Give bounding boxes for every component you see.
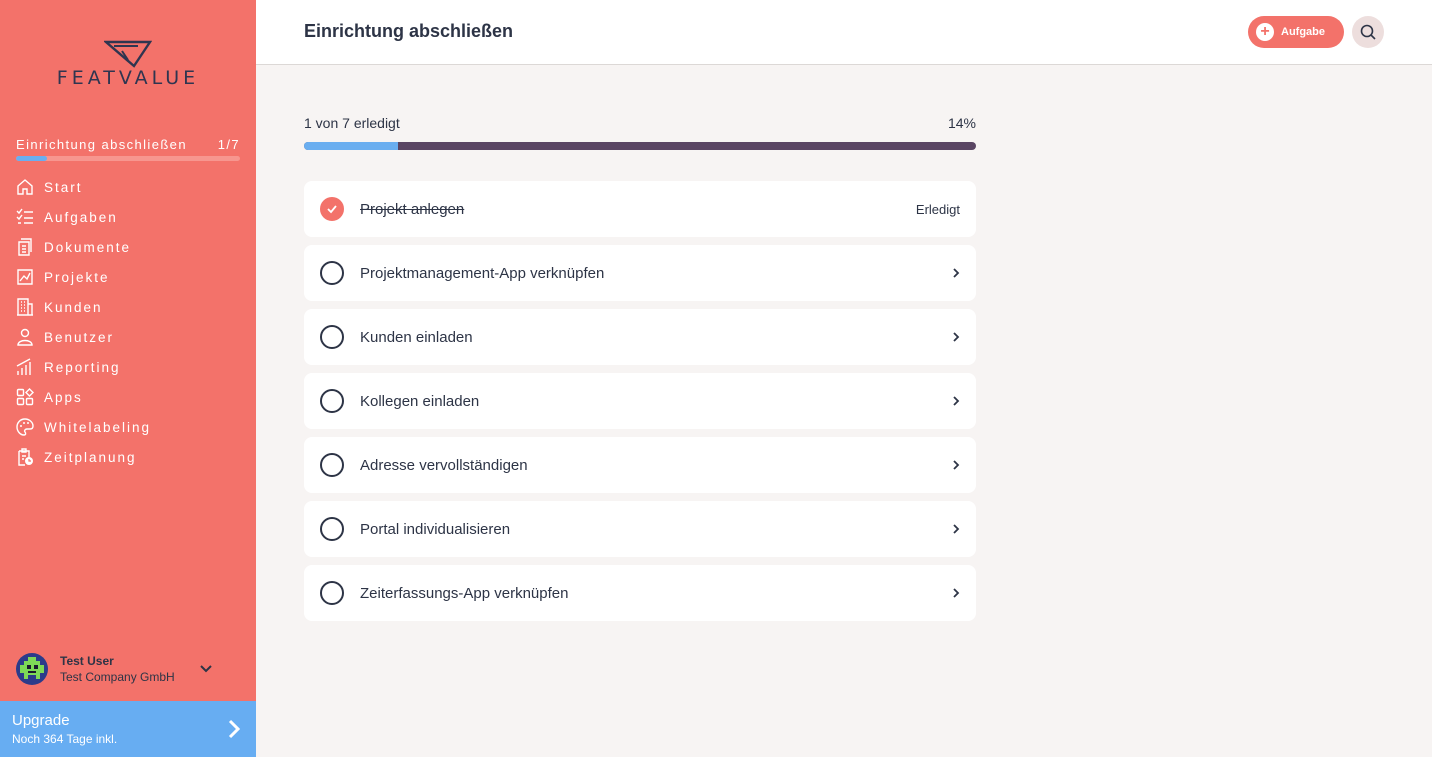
logo-mark-icon xyxy=(104,40,152,68)
page-title: Einrichtung abschließen xyxy=(304,21,514,41)
sidebar-item-label: Reporting xyxy=(44,359,121,375)
task-item-portal[interactable]: Portal individualisieren xyxy=(304,501,976,557)
sidebar-nav: Start Aufgaben Dokumente Projekte Kunden… xyxy=(16,172,151,472)
bar-chart-icon xyxy=(16,358,31,375)
sidebar-item-label: Aufgaben xyxy=(44,209,118,225)
sidebar-item-label: Dokumente xyxy=(44,239,132,255)
task-label: Projekt anlegen xyxy=(360,200,465,218)
sidebar-item-label: Projekte xyxy=(44,269,110,285)
unchecked-circle-icon xyxy=(320,517,344,541)
add-task-label: Aufgabe xyxy=(1281,26,1325,38)
sidebar-item-apps[interactable]: Apps xyxy=(16,382,151,412)
unchecked-circle-icon xyxy=(320,261,344,285)
progress-bar xyxy=(304,142,976,150)
sidebar-item-kunden[interactable]: Kunden xyxy=(16,292,151,322)
user-menu[interactable]: Test User Test Company GmbH xyxy=(16,650,240,688)
chevron-right-icon xyxy=(228,719,240,739)
sidebar-item-label: Kunden xyxy=(44,299,103,315)
unchecked-circle-icon xyxy=(320,389,344,413)
sidebar-item-label: Zeitplanung xyxy=(44,449,137,465)
search-button[interactable] xyxy=(1352,16,1384,48)
chevron-right-icon xyxy=(953,268,960,278)
task-label: Portal individualisieren xyxy=(360,520,511,538)
task-list: Projekt anlegen Erledigt Projektmanageme… xyxy=(304,181,976,629)
chevron-down-icon[interactable] xyxy=(200,665,212,673)
unchecked-circle-icon xyxy=(320,325,344,349)
task-item-kunden-einladen[interactable]: Kunden einladen xyxy=(304,309,976,365)
unchecked-circle-icon xyxy=(320,453,344,477)
user-company: Test Company GmbH xyxy=(60,670,175,684)
upgrade-banner[interactable]: Upgrade Noch 364 Tage inkl. xyxy=(0,701,256,757)
sidebar-item-label: Benutzer xyxy=(44,329,115,345)
apps-icon xyxy=(16,388,34,406)
sidebar-item-reporting[interactable]: Reporting xyxy=(16,352,151,382)
setup-label: Einrichtung abschließen xyxy=(16,137,187,152)
chevron-right-icon xyxy=(953,332,960,342)
overall-progress: 1 von 7 erledigt 14% xyxy=(304,115,976,150)
sidebar-item-label: Start xyxy=(44,179,83,195)
sidebar-item-projekte[interactable]: Projekte xyxy=(16,262,151,292)
task-item-zeiterfassung[interactable]: Zeiterfassungs-App verknüpfen xyxy=(304,565,976,621)
pixel-avatar-icon xyxy=(20,657,44,679)
sidebar-item-whitelabeling[interactable]: Whitelabeling xyxy=(16,412,151,442)
sidebar-item-aufgaben[interactable]: Aufgaben xyxy=(16,202,151,232)
chevron-right-icon xyxy=(953,460,960,470)
top-header: Einrichtung abschließen + Aufgabe xyxy=(256,0,1432,65)
sidebar: FEATVALUE Einrichtung abschließen 1/7 St… xyxy=(0,0,256,757)
progress-percent: 14% xyxy=(947,115,976,131)
brand-name: FEATVALUE xyxy=(56,67,200,89)
checklist-icon xyxy=(16,208,33,224)
document-icon xyxy=(18,238,32,256)
progress-text: 1 von 7 erledigt xyxy=(304,115,400,131)
chart-board-icon xyxy=(17,269,33,285)
chevron-right-icon xyxy=(953,588,960,598)
palette-icon xyxy=(16,418,34,436)
sidebar-item-zeitplanung[interactable]: Zeitplanung xyxy=(16,442,151,472)
task-item-pm-app[interactable]: Projektmanagement-App verknüpfen xyxy=(304,245,976,301)
setup-progress-bar xyxy=(16,156,240,161)
task-item-adresse[interactable]: Adresse vervollständigen xyxy=(304,437,976,493)
search-icon xyxy=(1360,24,1376,40)
unchecked-circle-icon xyxy=(320,581,344,605)
home-icon xyxy=(17,179,33,195)
task-label: Zeiterfassungs-App verknüpfen xyxy=(360,584,569,602)
task-label: Kunden einladen xyxy=(360,328,473,346)
clipboard-clock-icon xyxy=(18,448,33,466)
task-status: Erledigt xyxy=(915,201,960,217)
avatar xyxy=(16,653,48,685)
featvalue-logo[interactable]: FEATVALUE xyxy=(42,40,214,90)
task-item-kollegen-einladen[interactable]: Kollegen einladen xyxy=(304,373,976,429)
task-label: Adresse vervollständigen xyxy=(360,456,528,474)
setup-count: 1/7 xyxy=(217,137,240,152)
sidebar-item-label: Apps xyxy=(44,389,83,405)
user-icon xyxy=(17,328,33,346)
setup-progress-fill xyxy=(16,156,48,161)
upgrade-subtitle: Noch 364 Tage inkl. xyxy=(12,732,118,746)
sidebar-item-dokumente[interactable]: Dokumente xyxy=(16,232,151,262)
progress-fill xyxy=(304,142,399,150)
setup-progress[interactable]: Einrichtung abschließen 1/7 xyxy=(16,137,240,161)
chevron-right-icon xyxy=(953,396,960,406)
building-icon xyxy=(17,298,33,316)
user-name: Test User xyxy=(60,654,114,668)
plus-icon: + xyxy=(1256,23,1274,41)
chevron-right-icon xyxy=(953,524,960,534)
upgrade-title: Upgrade xyxy=(12,712,70,729)
checked-icon xyxy=(320,197,344,221)
task-item-projekt-anlegen[interactable]: Projekt anlegen Erledigt xyxy=(304,181,976,237)
sidebar-item-start[interactable]: Start xyxy=(16,172,151,202)
sidebar-item-benutzer[interactable]: Benutzer xyxy=(16,322,151,352)
add-task-button[interactable]: + Aufgabe xyxy=(1248,16,1344,48)
task-label: Projektmanagement-App verknüpfen xyxy=(360,264,605,282)
sidebar-item-label: Whitelabeling xyxy=(44,419,152,435)
task-label: Kollegen einladen xyxy=(360,392,480,410)
